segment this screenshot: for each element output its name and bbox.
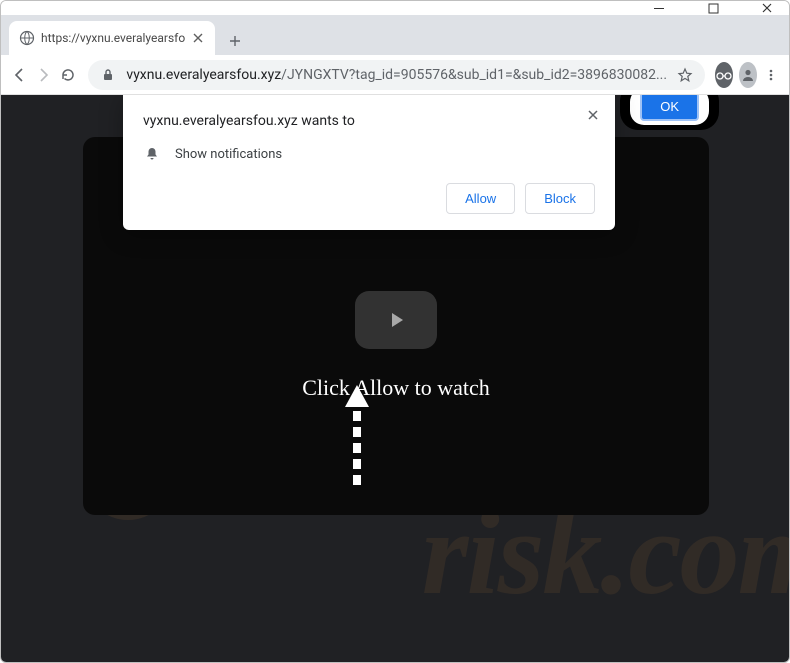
prompt-actions: Allow Block xyxy=(143,183,595,214)
profile-avatar[interactable] xyxy=(739,62,757,88)
incognito-icon[interactable] xyxy=(715,62,733,88)
play-button[interactable] xyxy=(355,291,437,349)
url-path: /JYNGXTV?tag_id=905576&sub_id1=&sub_id2=… xyxy=(281,67,667,83)
new-tab-button[interactable] xyxy=(221,27,249,55)
tab-strip: https://vyxnu.everalyearsfou.xyz/ xyxy=(1,15,789,55)
prompt-permission-row: Show notifications xyxy=(143,145,595,163)
notification-permission-prompt: vyxnu.everalyearsfou.xyz wants to Show n… xyxy=(123,95,615,230)
url-origin: vyxnu.everalyearsfou.xyz xyxy=(126,67,281,83)
maximize-button[interactable] xyxy=(695,1,731,15)
up-arrow-icon xyxy=(345,385,369,485)
prompt-origin-text: vyxnu.everalyearsfou.xyz wants to xyxy=(143,113,595,129)
cta-text: Click Allow to watch xyxy=(302,375,490,401)
minimize-button[interactable] xyxy=(641,1,677,15)
bell-icon xyxy=(143,145,161,163)
url-text: vyxnu.everalyearsfou.xyz/JYNGXTV?tag_id=… xyxy=(126,67,667,83)
page-top-button-bar: OK xyxy=(620,95,719,130)
close-tab-button[interactable] xyxy=(191,31,205,45)
close-window-button[interactable] xyxy=(749,1,785,15)
ok-pill-container: OK xyxy=(630,95,709,125)
browser-tab[interactable]: https://vyxnu.everalyearsfou.xyz/ xyxy=(9,21,215,55)
block-button[interactable]: Block xyxy=(525,183,595,214)
ok-button[interactable]: OK xyxy=(640,95,699,121)
address-bar[interactable]: vyxnu.everalyearsfou.xyz/JYNGXTV?tag_id=… xyxy=(88,60,705,90)
allow-button[interactable]: Allow xyxy=(446,183,515,214)
close-icon[interactable] xyxy=(585,107,601,123)
lock-icon[interactable] xyxy=(100,67,116,83)
forward-button[interactable] xyxy=(33,60,53,90)
prompt-permission-label: Show notifications xyxy=(175,147,282,162)
back-button[interactable] xyxy=(9,60,29,90)
kebab-menu-button[interactable] xyxy=(761,60,781,90)
globe-icon xyxy=(19,30,35,46)
reload-button[interactable] xyxy=(58,60,78,90)
browser-toolbar: vyxnu.everalyearsfou.xyz/JYNGXTV?tag_id=… xyxy=(1,55,789,95)
window-titlebar xyxy=(1,1,789,15)
bookmark-star-icon[interactable] xyxy=(677,67,693,83)
page-viewport: risk.com OK Click Allow to watch xyxy=(1,95,789,662)
tab-title: https://vyxnu.everalyearsfou.xyz/ xyxy=(41,31,185,45)
